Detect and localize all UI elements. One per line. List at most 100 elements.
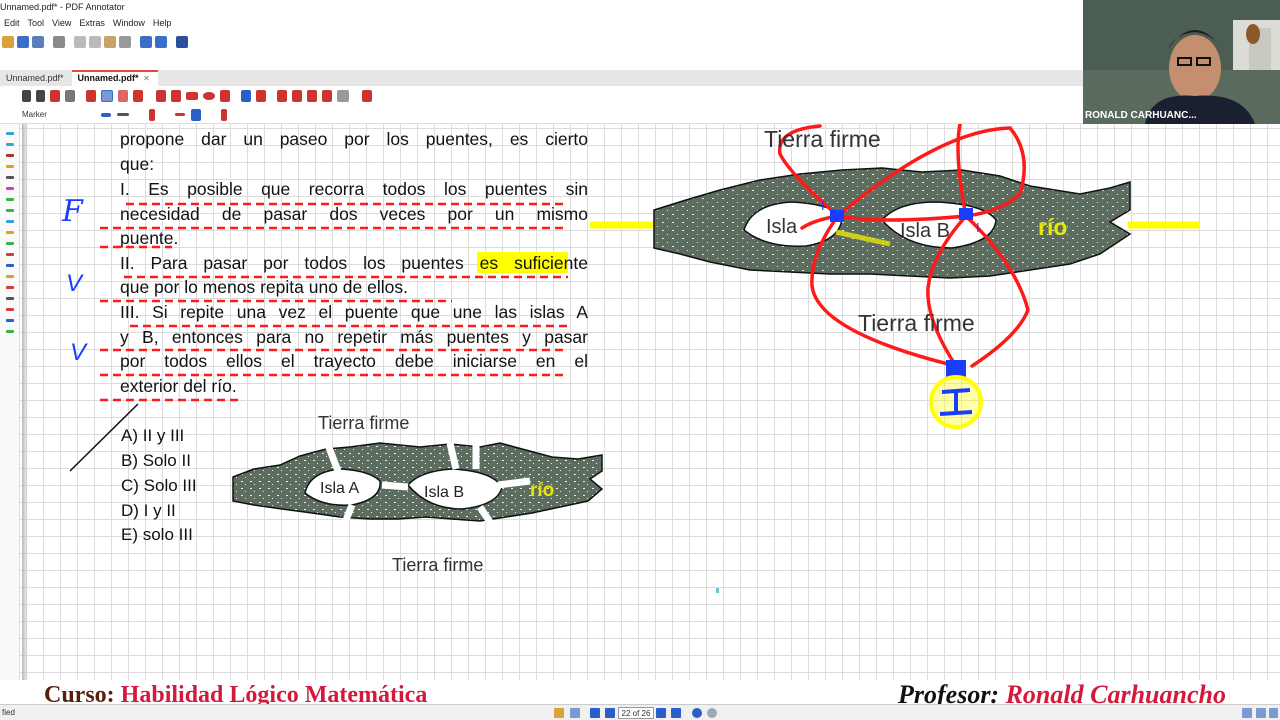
page-thumbs-icon[interactable] — [570, 708, 580, 718]
preset-pen-icon[interactable] — [6, 264, 14, 267]
menu-window[interactable]: Window — [109, 16, 149, 32]
preset-pen-icon[interactable] — [6, 297, 14, 300]
preset-pen-icon[interactable] — [6, 176, 14, 179]
preset-pen-icon[interactable] — [6, 242, 14, 245]
preset-pen-icon[interactable] — [6, 187, 14, 190]
preset-pen-icon[interactable] — [6, 319, 14, 322]
preset-pen-icon[interactable] — [6, 220, 14, 223]
marker-preset-icon[interactable] — [220, 108, 227, 121]
paste-icon[interactable] — [104, 36, 116, 48]
link-icon[interactable] — [241, 90, 251, 102]
rectangle-icon[interactable] — [186, 92, 198, 100]
tool-properties-bar: Marker — [0, 106, 1083, 124]
title-bar: Unnamed.pdf* - PDF Annotator — [0, 0, 1083, 16]
undo-icon[interactable] — [140, 36, 152, 48]
favorite-heart-icon[interactable] — [362, 90, 372, 102]
marker-icon[interactable] — [101, 90, 113, 102]
print-icon[interactable] — [53, 36, 65, 48]
pen-settings-icon[interactable] — [190, 108, 201, 121]
lasso-icon[interactable] — [256, 90, 266, 102]
pencil-icon[interactable] — [322, 90, 332, 102]
small-map-bottom-label: Tierra firme — [392, 555, 484, 575]
preset-pen-icon[interactable] — [6, 143, 14, 146]
crop-icon[interactable] — [292, 90, 302, 102]
small-map-river: río — [530, 480, 555, 501]
text-box-icon[interactable] — [220, 90, 230, 102]
tab-document-1[interactable]: Unnamed.pdf* — [0, 70, 72, 86]
participant-name: RONALD CARHUANC... — [1085, 110, 1197, 121]
menu-edit[interactable]: Edit — [0, 16, 24, 32]
stamp-icon[interactable] — [133, 90, 143, 102]
continuous-view-icon[interactable] — [1269, 708, 1278, 718]
preset-pen-icon[interactable] — [6, 154, 14, 157]
pen-icon[interactable] — [86, 90, 96, 102]
forward-icon[interactable] — [707, 708, 717, 718]
close-tab-icon[interactable]: ✕ — [143, 74, 150, 83]
next-page-icon[interactable] — [656, 708, 666, 718]
fill-color-icon[interactable] — [148, 108, 155, 121]
single-page-view-icon[interactable] — [1242, 708, 1252, 718]
preset-pen-icon[interactable] — [6, 209, 14, 212]
konigsberg-map-annotated — [590, 124, 1200, 429]
small-map-top-label: Tierra firme — [318, 413, 410, 433]
save-all-icon[interactable] — [32, 36, 44, 48]
find-icon[interactable] — [176, 36, 188, 48]
bridge-marker-label: I — [976, 220, 980, 235]
pen-style-icon[interactable] — [174, 113, 185, 116]
preset-pen-icon[interactable] — [6, 198, 14, 201]
tab-document-2[interactable]: Unnamed.pdf* ✕ — [71, 70, 158, 86]
cut-icon[interactable] — [74, 36, 86, 48]
open-icon[interactable] — [2, 36, 14, 48]
delete-icon[interactable] — [119, 36, 131, 48]
pdf-page[interactable]: propone dar un paseo por los puentes, es… — [20, 124, 1280, 704]
first-page-folder-icon[interactable] — [554, 708, 564, 718]
save-icon[interactable] — [17, 36, 29, 48]
redo-icon[interactable] — [155, 36, 167, 48]
back-icon[interactable] — [692, 708, 702, 718]
select-text-icon[interactable] — [36, 90, 45, 102]
arrow-icon[interactable] — [171, 90, 181, 102]
large-map-bottom-label: Tierra firme — [858, 310, 975, 336]
ellipse-icon[interactable] — [203, 92, 215, 100]
preset-pen-icon[interactable] — [6, 286, 14, 289]
large-map-river: río — [1038, 214, 1068, 240]
menu-tool[interactable]: Tool — [24, 16, 49, 32]
small-map-island-b: Isla B — [424, 484, 465, 501]
first-page-icon[interactable] — [590, 708, 600, 718]
line-width-icon[interactable] — [116, 113, 129, 116]
bridge-marker — [830, 210, 844, 222]
hand-icon[interactable] — [50, 90, 60, 102]
window-title: Unnamed.pdf* - PDF Annotator — [0, 2, 125, 12]
preset-pen-icon[interactable] — [6, 330, 14, 333]
annotation-toolbar — [0, 86, 1083, 106]
two-page-view-icon[interactable] — [1256, 708, 1266, 718]
document-tabs: Unnamed.pdf* Unnamed.pdf* ✕ — [0, 70, 1083, 86]
preset-marker-icon[interactable] — [6, 231, 14, 234]
line-icon[interactable] — [156, 90, 166, 102]
more-tools-icon[interactable] — [337, 90, 349, 102]
preset-marker-icon[interactable] — [6, 165, 14, 168]
preset-pen-icon[interactable] — [6, 308, 14, 311]
menu-view[interactable]: View — [48, 16, 75, 32]
select-icon[interactable] — [22, 90, 31, 102]
menu-help[interactable]: Help — [149, 16, 176, 32]
webcam-overlay: RONALD CARHUANC... — [1083, 0, 1280, 124]
professor-name: Profesor: Ronald Carhuancho — [898, 680, 1226, 704]
zoom-icon[interactable] — [65, 90, 75, 102]
camera-icon[interactable] — [277, 90, 287, 102]
previous-page-icon[interactable] — [605, 708, 615, 718]
preset-pen-icon[interactable] — [6, 253, 14, 256]
mark-false-f: F — [62, 194, 83, 229]
menu-extras[interactable]: Extras — [75, 16, 109, 32]
preset-marker-icon[interactable] — [6, 275, 14, 278]
page-number-field[interactable]: 22 of 26 — [618, 707, 654, 719]
color-picker-icon[interactable] — [100, 112, 111, 117]
last-page-icon[interactable] — [671, 708, 681, 718]
eraser-icon[interactable] — [307, 90, 317, 102]
pdf-annotator-window: Unnamed.pdf* - PDF Annotator Edit Tool V… — [0, 0, 1280, 720]
highlighter-icon[interactable] — [118, 90, 128, 102]
large-map-top-label: Tierra firme — [764, 126, 881, 152]
copy-icon[interactable] — [89, 36, 101, 48]
preset-pen-icon[interactable] — [6, 132, 14, 135]
cursor-indicator — [716, 588, 719, 593]
